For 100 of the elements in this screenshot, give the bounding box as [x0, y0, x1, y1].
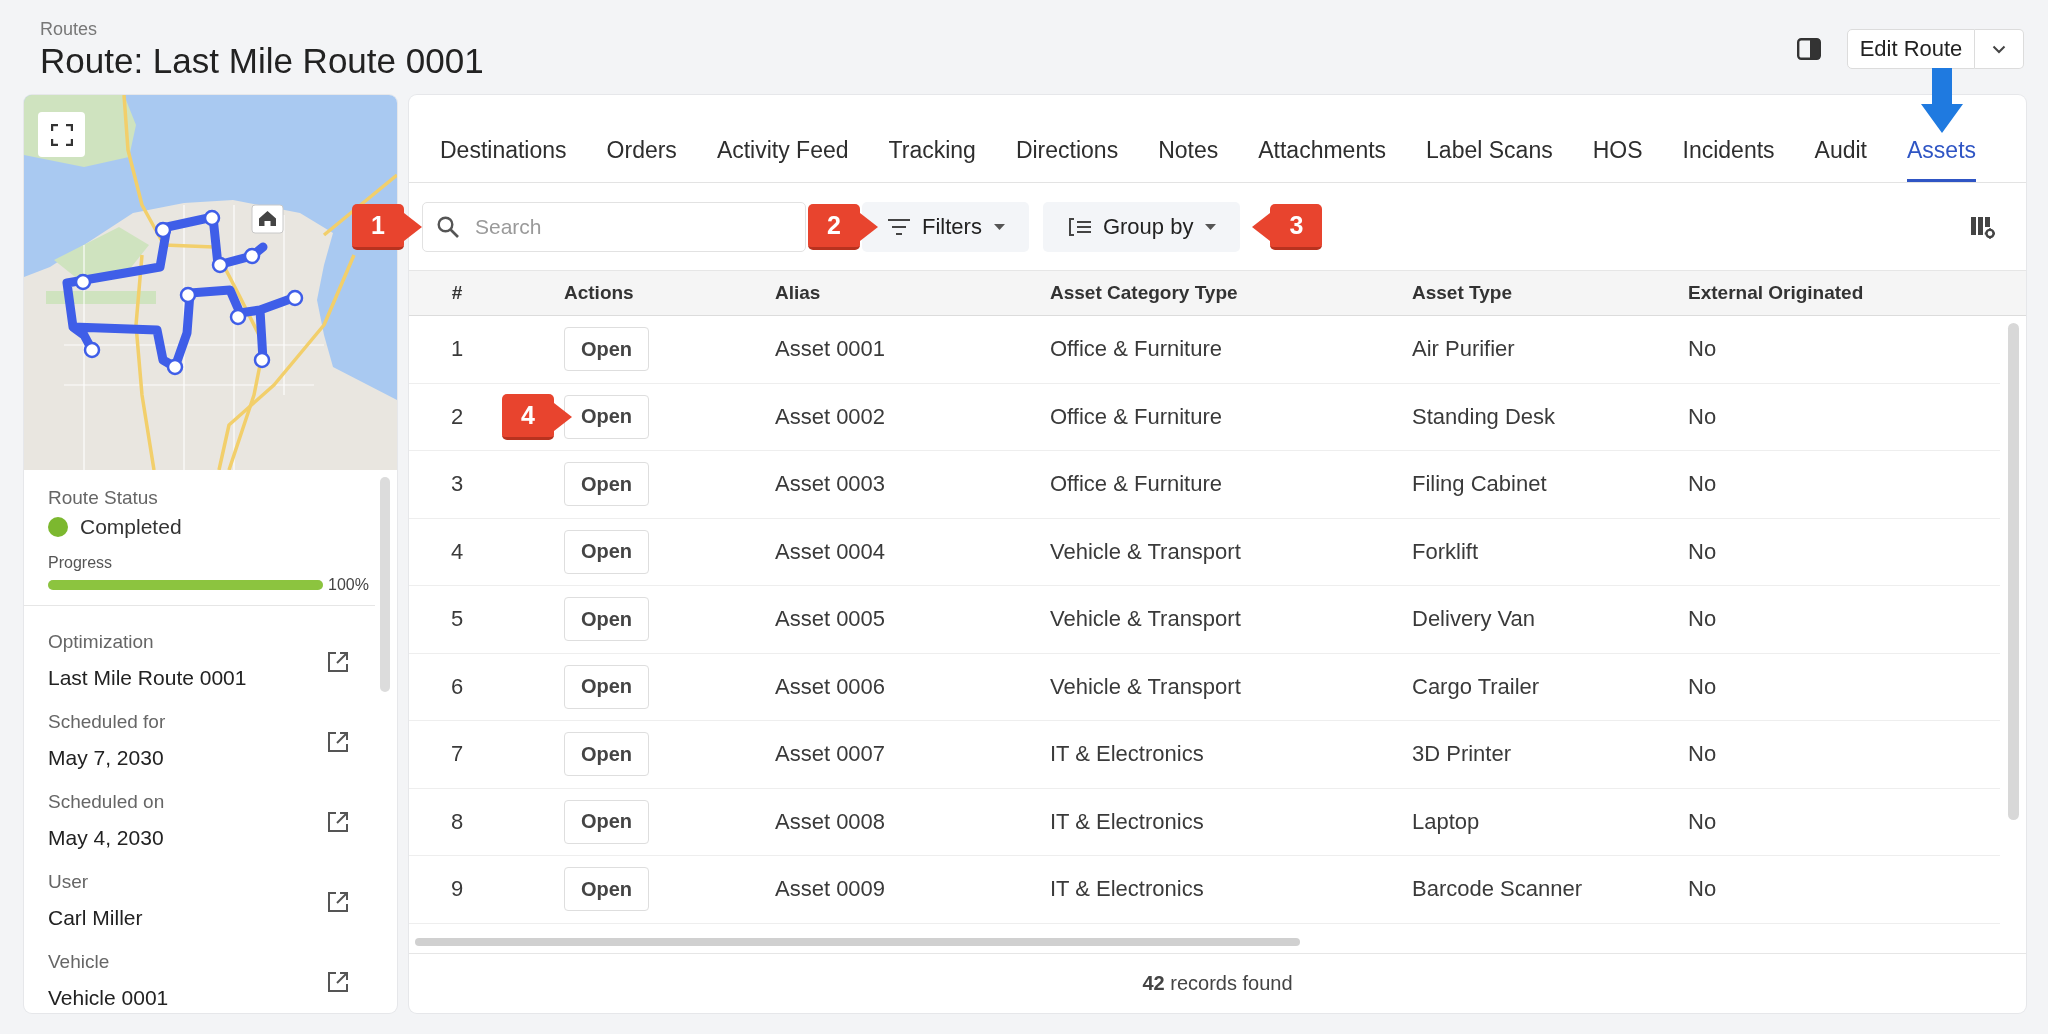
vertical-scrollbar[interactable] [2008, 323, 2019, 820]
field-label: User [48, 870, 89, 894]
external-link-icon[interactable] [327, 730, 349, 753]
caret-icon [993, 223, 1005, 230]
table-cell: Standing Desk [1412, 403, 1556, 430]
field-value: Last Mile Route 0001 [48, 665, 247, 691]
tab[interactable]: Notes [1158, 136, 1219, 182]
field-value: Vehicle 0001 [48, 985, 169, 1011]
stop-marker [286, 289, 304, 307]
table-cell: No [1688, 606, 1717, 633]
group-by-button[interactable]: Group by [1042, 201, 1241, 252]
step-callout: 1 [352, 203, 422, 250]
open-button[interactable]: Open [564, 867, 649, 912]
open-button[interactable]: Open [564, 327, 649, 372]
table-cell: Asset 0002 [775, 403, 886, 430]
table-cell: Asset 0001 [775, 336, 886, 363]
open-button[interactable]: Open [564, 597, 649, 642]
field-label: Route Status [48, 486, 158, 510]
search-icon [437, 215, 459, 238]
table-cell: Office & Furniture [1050, 471, 1222, 498]
step-callout: 2 [808, 203, 878, 250]
tab[interactable]: Assets [1907, 136, 1977, 182]
table-cell: Vehicle & Transport [1050, 673, 1241, 700]
tab[interactable]: Incidents [1682, 136, 1775, 182]
table-cell: Laptop [1412, 808, 1480, 835]
table-cell: Asset 0004 [775, 538, 886, 565]
table-cell: Filing Cabinet [1412, 471, 1547, 498]
open-button[interactable]: Open [564, 529, 649, 574]
column-settings-icon[interactable] [1971, 214, 1995, 239]
field-label: Scheduled on [48, 790, 165, 814]
caret-icon [1205, 223, 1217, 230]
table-cell: No [1688, 538, 1717, 565]
table-cell: No [1688, 673, 1717, 700]
table-cell: No [1688, 741, 1717, 768]
column-header[interactable]: Asset Category Type [1050, 282, 1238, 304]
list-icon [1068, 217, 1091, 236]
table-cell: 9 [450, 876, 464, 903]
stop-marker [166, 358, 184, 376]
field-value: May 4, 2030 [48, 825, 164, 851]
stop-marker [243, 247, 261, 265]
tab[interactable]: Orders [606, 136, 677, 182]
edit-route-button[interactable]: Edit Route [1847, 29, 1975, 69]
tab[interactable]: Directions [1015, 136, 1119, 182]
table-cell: Delivery Van [1412, 606, 1536, 633]
table-cell: Barcode Scanner [1412, 876, 1582, 903]
open-button[interactable]: Open [564, 462, 649, 507]
horizontal-scrollbar[interactable] [415, 937, 1300, 946]
table-cell: 8 [450, 808, 464, 835]
table-cell: IT & Electronics [1050, 808, 1204, 835]
tab[interactable]: Attachments [1258, 136, 1387, 182]
open-button[interactable]: Open [564, 799, 649, 844]
table-cell: Air Purifier [1412, 336, 1515, 363]
table-cell: Vehicle & Transport [1050, 606, 1241, 633]
external-link-icon[interactable] [327, 970, 349, 993]
filter-icon [888, 217, 910, 236]
panel-toggle-icon[interactable] [1797, 38, 1821, 60]
table-cell: Asset 0003 [775, 471, 886, 498]
table-cell: No [1688, 336, 1717, 363]
vertical-scrollbar[interactable] [380, 477, 390, 692]
tab[interactable]: Destinations [440, 136, 567, 182]
table-cell: 5 [450, 606, 464, 633]
external-link-icon[interactable] [327, 810, 349, 833]
open-button[interactable]: Open [564, 394, 649, 439]
table-cell: 3 [450, 471, 464, 498]
tab[interactable]: Audit [1814, 136, 1867, 182]
table-cell: 3D Printer [1412, 741, 1512, 768]
field-label: Optimization [48, 630, 154, 654]
tab[interactable]: HOS [1592, 136, 1643, 182]
chevron-down-icon [1992, 44, 2006, 54]
field-value: Carl Miller [48, 905, 143, 931]
breadcrumb-link[interactable]: Routes [40, 18, 98, 40]
table-cell: Asset 0007 [775, 741, 886, 768]
stop-marker [253, 351, 271, 369]
stop-marker [74, 273, 92, 291]
filters-button[interactable]: Filters [862, 201, 1029, 252]
records-count: 42 records found [1142, 971, 1293, 995]
column-header[interactable]: Actions [564, 282, 634, 304]
tab[interactable]: Label Scans [1426, 136, 1553, 182]
search-input[interactable]: Search [475, 214, 765, 239]
column-header[interactable]: # [451, 282, 463, 304]
fullscreen-button[interactable] [38, 112, 85, 157]
column-header[interactable]: External Originated [1688, 282, 1864, 304]
external-link-icon[interactable] [327, 650, 349, 673]
stop-marker [229, 308, 247, 326]
open-button[interactable]: Open [564, 732, 649, 777]
step-callout: 3 [1252, 203, 1323, 250]
table-cell: No [1688, 471, 1717, 498]
table-cell: Asset 0009 [775, 876, 886, 903]
tab[interactable]: Activity Feed [716, 136, 849, 182]
status-text: Completed [80, 514, 182, 540]
search-field[interactable]: Search [422, 201, 806, 252]
table-cell: Office & Furniture [1050, 336, 1222, 363]
open-button[interactable]: Open [564, 664, 649, 709]
tab[interactable]: Tracking [888, 136, 976, 182]
field-label: Scheduled for [48, 710, 166, 734]
stop-marker [179, 286, 197, 304]
column-header[interactable]: Alias [775, 282, 821, 304]
column-header[interactable]: Asset Type [1412, 282, 1512, 304]
external-link-icon[interactable] [327, 890, 349, 913]
progress-label: Progress [48, 553, 113, 573]
